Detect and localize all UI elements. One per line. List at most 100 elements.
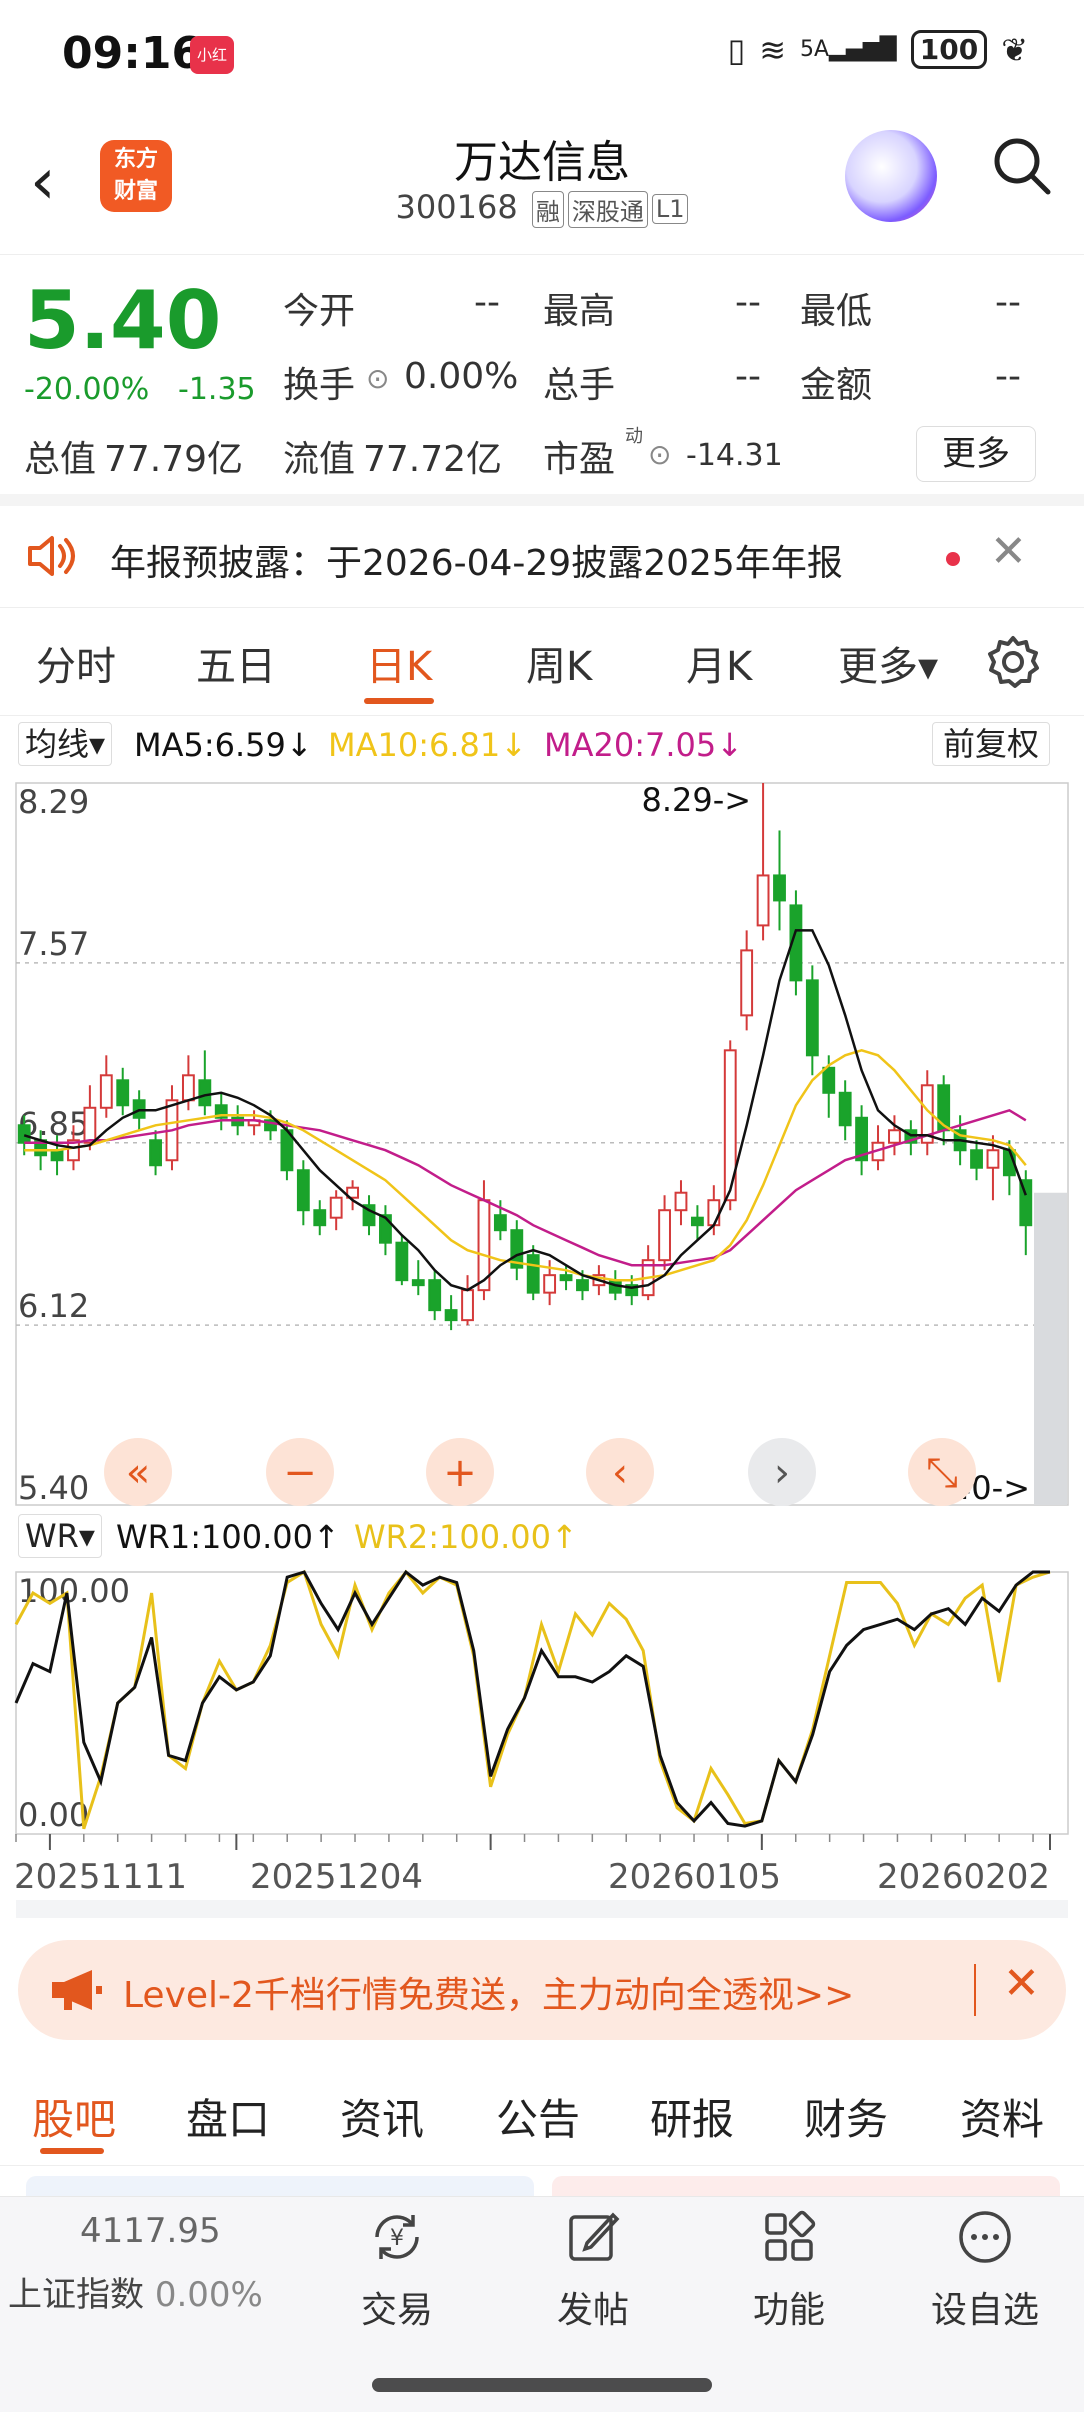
bottom-section-tabs: 股吧 盘口 资讯 公告 研报 财务 资料 — [0, 2056, 1084, 2166]
more-button[interactable]: 更多 — [916, 426, 1036, 482]
volume-value: -- — [735, 356, 761, 397]
wr-frame — [15, 1571, 1069, 1835]
volume-label: 总手 — [543, 365, 616, 406]
candle-body — [576, 1279, 589, 1292]
float-value: 77.72亿 — [363, 439, 503, 480]
quote-panel: 5.40 -20.00% -1.35 今开 -- 最高 -- 最低 -- 换手 … — [0, 256, 1084, 506]
close-icon[interactable]: ✕ — [1003, 1958, 1040, 2009]
notification-badge: 小红书 — [190, 36, 234, 102]
ma10-line — [24, 1048, 1027, 1282]
candle-body — [526, 1254, 540, 1294]
candle-body — [805, 979, 819, 1057]
promo-text: Level-2千档行情免费送，主力动向全透视>> — [123, 1975, 855, 2016]
ma5-label: MA5:6.59↓ — [134, 726, 313, 764]
candle-body — [83, 1106, 97, 1144]
tab-daily-k[interactable]: 日K — [366, 634, 432, 692]
tag-margin: 融 — [531, 190, 564, 228]
post-button[interactable]: 发帖 — [528, 2207, 658, 2333]
float-label: 流值 — [283, 439, 356, 480]
candle-body — [149, 1139, 162, 1167]
signal-icon: 5A▂▄▆█ — [800, 37, 897, 62]
x-tick-label: 20251204 — [250, 1857, 423, 1897]
fullscreen-button[interactable]: ⤡ — [908, 1438, 976, 1506]
tab-announcements[interactable]: 公告 — [496, 2086, 580, 2147]
candle-body — [132, 1099, 146, 1119]
wr-legend: WR▾ WR1:100.00↑ WR2:100.00↑ — [0, 1512, 1084, 1562]
tag-shenzhen-connect: 深股通 — [567, 190, 648, 228]
speaker-icon — [28, 536, 75, 576]
candle-body — [116, 1079, 130, 1107]
rewind-button[interactable]: « — [104, 1438, 172, 1506]
tab-intraday[interactable]: 分时 — [36, 634, 116, 692]
home-indicator — [372, 2378, 712, 2392]
scroll-track — [16, 1900, 1068, 1918]
close-icon[interactable]: ✕ — [990, 526, 1027, 577]
wr-chart[interactable]: 100.00 0.00 20251111 20251204 20260105 202602… — [0, 1564, 1084, 1924]
status-bar: 09:16 小红书 ▯ ≋ 5A▂▄▆█ 100 ❦ — [0, 0, 1084, 110]
tab-monthly-k[interactable]: 月K — [686, 634, 752, 692]
search-icon[interactable] — [990, 134, 1054, 198]
tab-more[interactable]: 更多▾ — [838, 634, 938, 692]
unread-dot — [946, 552, 960, 566]
candlestick-chart[interactable]: 8.297.576.856.125.408.29->5.40->« − + ‹ › ⤡ — [0, 775, 1084, 1510]
x-tick-label: 20260202 — [877, 1857, 1050, 1897]
status-icons: ▯ ≋ 5A▂▄▆█ 100 ❦ — [728, 30, 1028, 69]
tab-weekly-k[interactable]: 周K — [526, 634, 592, 692]
indicator-selector[interactable]: 均线▾ — [18, 722, 113, 766]
open-label: 今开 — [283, 291, 356, 332]
x-tick-label: 20251111 — [14, 1857, 187, 1897]
candle-body — [773, 874, 786, 902]
adjust-selector[interactable]: 前复权 — [932, 722, 1051, 766]
wr1-label: WR1:100.00↑ — [116, 1518, 340, 1556]
level2-promo-banner[interactable]: Level-2千档行情免费送，主力动向全透视>> ✕ — [18, 1940, 1066, 2040]
low-label: 最低 — [800, 291, 873, 332]
gear-icon[interactable] — [985, 634, 1041, 690]
wr-selector[interactable]: WR▾ — [18, 1514, 102, 1558]
ma10-label: MA10:6.81↓ — [328, 726, 528, 764]
trade-button[interactable]: ¥ 交易 — [332, 2207, 462, 2333]
tab-research[interactable]: 研报 — [650, 2086, 734, 2147]
stock-header: ‹ 东方 财富 万达信息 300168 融深股通 L1 — [0, 110, 1084, 255]
wr2-line — [14, 1569, 1051, 1830]
candle-body — [461, 1289, 474, 1322]
candle-body — [756, 874, 770, 927]
next-button-glyph: › — [774, 1450, 790, 1496]
status-time: 09:16 — [62, 28, 203, 79]
tab-pankou[interactable]: 盘口 — [186, 2086, 270, 2147]
pe-info-icon[interactable]: ⊙ — [648, 438, 671, 471]
tab-guba[interactable]: 股吧 — [32, 2086, 116, 2147]
next-button[interactable]: › — [748, 1438, 816, 1506]
tab-news[interactable]: 资讯 — [340, 2086, 424, 2147]
info-icon[interactable]: ⊙ — [366, 362, 389, 395]
stock-code: 300168 — [395, 188, 518, 226]
candle-body — [181, 1074, 195, 1102]
robot-assistant-avatar[interactable] — [845, 130, 937, 222]
candle-body — [674, 1191, 688, 1212]
y-tick-label: 7.57 — [18, 925, 89, 963]
index-ticker[interactable]: 上证指数 0.00% — [8, 2267, 263, 2316]
leaf-icon: ❦ — [1001, 30, 1028, 69]
candle-body — [17, 1124, 31, 1144]
functions-button[interactable]: 功能 — [724, 2207, 854, 2333]
tag-level: L1 — [651, 194, 689, 224]
price-range-marker — [1034, 1192, 1067, 1505]
tab-five-day[interactable]: 五日 — [196, 634, 276, 692]
add-watchlist-button[interactable]: 设自选 — [920, 2207, 1050, 2333]
vibrate-icon: ▯ — [727, 30, 746, 69]
pe-label: 市盈 — [543, 439, 616, 480]
zoom-in-button[interactable]: + — [426, 1438, 494, 1506]
candle-body — [444, 1309, 458, 1322]
zoom-out-button[interactable]: − — [266, 1438, 334, 1506]
tab-financials[interactable]: 财务 — [804, 2086, 888, 2147]
prev-button[interactable]: ‹ — [586, 1438, 654, 1506]
active-tab-indicator — [40, 2148, 104, 2154]
yen-cycle-icon: ¥ — [375, 2215, 419, 2259]
card-preview-left — [26, 2176, 534, 2196]
annual-report-notice[interactable]: 年报预披露：于2026-04-29披露2025年年报 ✕ — [0, 506, 1084, 608]
candle-body — [543, 1274, 557, 1294]
wr2-label: WR2:100.00↑ — [354, 1518, 578, 1556]
candle-body — [493, 1214, 507, 1232]
x-tick-label: 20260105 — [608, 1857, 781, 1897]
tab-profile[interactable]: 资料 — [960, 2086, 1044, 2147]
wr-y-tick: 100.00 — [18, 1572, 130, 1610]
